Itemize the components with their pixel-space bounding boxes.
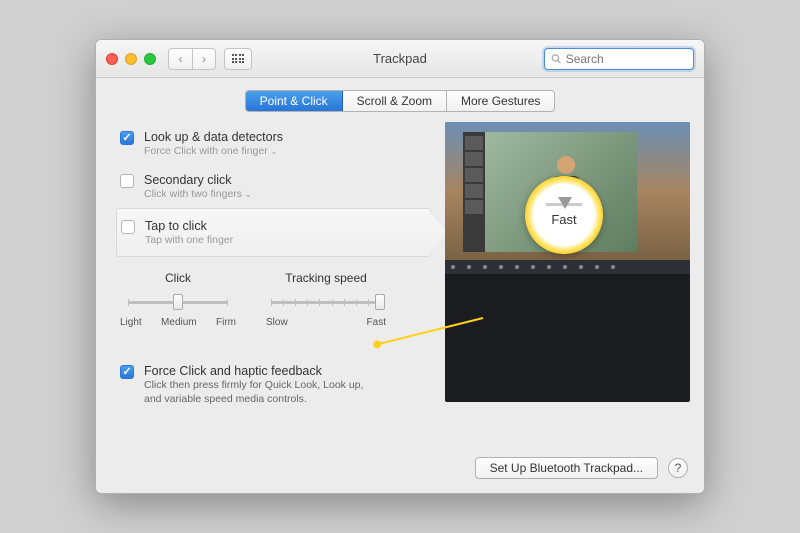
footer: Set Up Bluetooth Trackpad... ? bbox=[96, 445, 704, 493]
checkbox-lookup[interactable] bbox=[120, 131, 134, 145]
option-label: Look up & data detectors bbox=[144, 130, 283, 144]
slider-thumb-icon bbox=[558, 197, 572, 209]
click-slider-block: Click Light Medium Firm bbox=[120, 271, 236, 328]
option-lookup[interactable]: Look up & data detectors Force Click wit… bbox=[116, 122, 431, 165]
preview-panel: Fast bbox=[445, 122, 690, 445]
option-label: Secondary click bbox=[144, 173, 252, 187]
search-field[interactable] bbox=[544, 48, 694, 70]
slider-title: Click bbox=[165, 271, 191, 285]
checkbox-force-click[interactable] bbox=[120, 365, 134, 379]
option-secondary-click[interactable]: Secondary click Click with two fingers⌄ bbox=[116, 165, 431, 208]
minimize-button[interactable] bbox=[125, 53, 137, 65]
search-input[interactable] bbox=[566, 52, 687, 66]
show-all-button[interactable] bbox=[224, 48, 252, 70]
tracking-slider[interactable] bbox=[271, 293, 381, 311]
titlebar: ‹ › Trackpad bbox=[96, 40, 704, 78]
chevron-left-icon: ‹ bbox=[179, 52, 183, 66]
close-button[interactable] bbox=[106, 53, 118, 65]
tracking-slider-block: Tracking speed Slow Fast bbox=[266, 271, 386, 328]
option-description: Click then press firmly for Quick Look, … bbox=[144, 379, 374, 406]
window-controls bbox=[106, 53, 156, 65]
chevron-down-icon: ⌄ bbox=[245, 190, 252, 199]
callout-magnifier: Fast bbox=[525, 176, 603, 254]
tab-more-gestures[interactable]: More Gestures bbox=[447, 91, 554, 111]
click-slider[interactable] bbox=[128, 293, 228, 311]
chevron-down-icon: ⌄ bbox=[271, 147, 278, 156]
back-button[interactable]: ‹ bbox=[168, 48, 192, 70]
nav-buttons: ‹ › bbox=[168, 48, 216, 70]
search-icon bbox=[551, 53, 562, 65]
trackpad-preview: Fast bbox=[445, 122, 690, 402]
option-tap-to-click[interactable]: Tap to click Tap with one finger bbox=[116, 208, 431, 257]
tabs: Point & Click Scroll & Zoom More Gesture… bbox=[245, 90, 556, 112]
option-label: Force Click and haptic feedback bbox=[144, 364, 374, 378]
content-area: Look up & data detectors Force Click wit… bbox=[96, 122, 704, 445]
tab-point-click[interactable]: Point & Click bbox=[246, 91, 343, 111]
setup-bluetooth-button[interactable]: Set Up Bluetooth Trackpad... bbox=[475, 457, 658, 479]
tab-scroll-zoom[interactable]: Scroll & Zoom bbox=[343, 91, 447, 111]
slider-label: Light bbox=[120, 317, 142, 328]
slider-label: Slow bbox=[266, 317, 288, 328]
grid-icon bbox=[232, 54, 245, 63]
zoom-button[interactable] bbox=[144, 53, 156, 65]
option-label: Tap to click bbox=[145, 219, 233, 233]
checkbox-secondary[interactable] bbox=[120, 174, 134, 188]
option-force-click[interactable]: Force Click and haptic feedback Click th… bbox=[116, 356, 431, 414]
help-button[interactable]: ? bbox=[668, 458, 688, 478]
slider-title: Tracking speed bbox=[285, 271, 367, 285]
slider-label: Medium bbox=[161, 317, 197, 328]
callout-label: Fast bbox=[551, 212, 576, 227]
preferences-window: ‹ › Trackpad Point & Click Scroll & Zoom… bbox=[95, 39, 705, 494]
checkbox-tap[interactable] bbox=[121, 220, 135, 234]
slider-label: Firm bbox=[216, 317, 236, 328]
slider-label: Fast bbox=[367, 317, 386, 328]
tab-bar: Point & Click Scroll & Zoom More Gesture… bbox=[96, 78, 704, 122]
option-sublabel[interactable]: Click with two fingers⌄ bbox=[144, 188, 252, 200]
sliders-row: Click Light Medium Firm Tracking spe bbox=[116, 271, 431, 328]
option-sublabel: Tap with one finger bbox=[145, 234, 233, 246]
option-sublabel[interactable]: Force Click with one finger⌄ bbox=[144, 145, 283, 157]
forward-button[interactable]: › bbox=[192, 48, 216, 70]
chevron-right-icon: › bbox=[202, 52, 206, 66]
options-panel: Look up & data detectors Force Click wit… bbox=[116, 122, 431, 445]
